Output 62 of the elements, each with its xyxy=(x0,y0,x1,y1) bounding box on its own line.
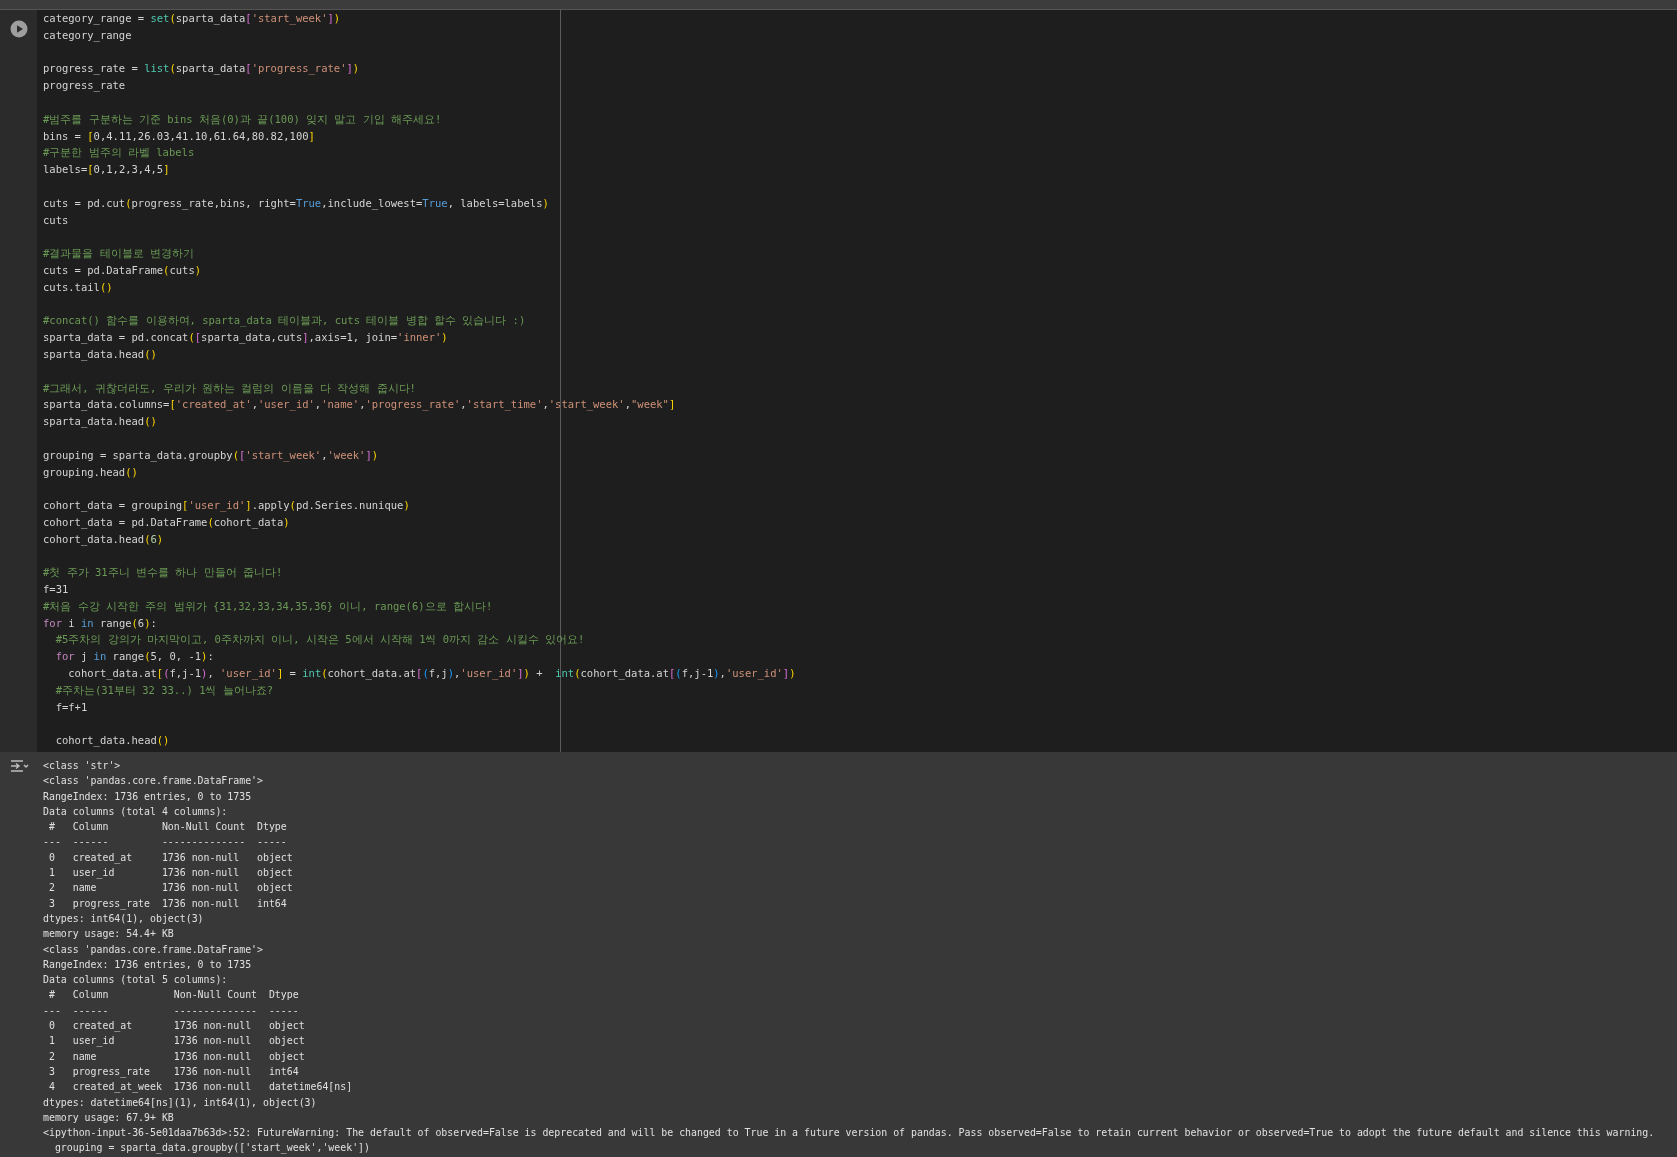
output-line: RangeIndex: 1736 entries, 0 to 1735 xyxy=(43,957,252,972)
output-line: 1 user_id 1736 non-null object xyxy=(47,866,293,881)
code-line: labels=[0,1,2,3,4,5] xyxy=(43,162,170,178)
code-comment: #범주를 구분하는 기준 bins 처음(0)과 끝(100) 잊지 말고 기입 해주세요! xyxy=(43,111,442,127)
output-line: # Column Non-Null Count Dtype xyxy=(47,820,288,835)
code-line: cohort_data = grouping['user_id'].apply(pd.Series.nunique) xyxy=(43,498,410,514)
code-line: grouping = sparta_data.groupby(['start_week','week']) xyxy=(43,447,379,464)
code-line: cohort_data.head() xyxy=(54,733,170,749)
code-line: sparta_data.columns=['created_at','user_id','name','progress_rate','start_time','start_week',"week"] xyxy=(43,397,676,413)
output-line: --- ------ -------------- ----- xyxy=(43,1003,300,1018)
output-line: 4 created_at_week 1736 non-null datetime64[ns] xyxy=(47,1080,353,1095)
code-comment: #첫 주가 31주니 변수를 하나 만들어 줍니다! xyxy=(43,565,283,581)
code-line: cuts xyxy=(43,212,69,228)
output-line: <ipython-input-36-5e01daa7b63d>:52: FutureWarning: The default of observed=False is deprecated and will be changed to True in a future version of pandas. Pass observed=False to retain current behavior or observed=True to adopt the future default and silence this warning. xyxy=(43,1126,1655,1141)
run-icon[interactable] xyxy=(9,20,28,38)
output-line: <class 'pandas.core.frame.DataFrame'> xyxy=(43,774,263,789)
output-line: 0 created_at 1736 non-null object xyxy=(47,850,293,866)
output-line: --- ------ -------------- ----- xyxy=(43,835,288,850)
code-comment: #concat() 함수를 이용하여, sparta_data 테이블과, cuts 테이블 병합 할수 있습니다 :) xyxy=(43,313,526,329)
code-line: bins = [0,4.11,26.03,41.10,61.64,80.82,100] xyxy=(43,128,315,144)
code-line: progress_rate = list(sparta_data['progress_rate']) xyxy=(43,61,360,77)
output-line: <class 'pandas.core.frame.DataFrame'> xyxy=(43,942,263,957)
code-line: for i in range(6): xyxy=(43,615,157,631)
code-comment: #구분한 범주의 라벨 labels xyxy=(43,145,195,161)
code-line: for j in range(5, 0, -1): xyxy=(54,649,214,665)
code-line: cuts = pd.DataFrame(cuts) xyxy=(43,262,202,278)
code-line: category_range = set(sparta_data['start_week']) xyxy=(43,11,341,27)
code-line: cohort_data.at[(f,j-1), 'user_id'] = int(cohort_data.at[(f,j),'user_id']) + int(cohort_data.at[(f,j-1),'user_id']) xyxy=(67,666,796,682)
output-line: 1 user_id 1736 non-null object xyxy=(47,1034,306,1049)
code-comment: #주차는(31부터 32 33..) 1씩 늘어나죠? xyxy=(54,682,274,698)
output-line: dtypes: datetime64[ns](1), int64(1), object(3) xyxy=(43,1095,317,1110)
code-comment: #그래서, 귀찮더라도, 우리가 원하는 컬럼의 이름을 다 작성해 줍시다! xyxy=(43,380,416,396)
output-line: RangeIndex: 1736 entries, 0 to 1735 xyxy=(43,789,252,804)
code-comment: #결과물을 테이블로 변경하기 xyxy=(43,246,194,262)
code-line: cuts.tail() xyxy=(43,279,113,295)
output-line: 3 progress_rate 1736 non-null int64 xyxy=(47,1064,300,1080)
output-line: 2 name 1736 non-null object xyxy=(47,1049,306,1064)
code-comment: #5주차의 강의가 마지막이고, 0주차까지 이니, 시작은 5에서 시작해 1씩 0까지 감소 시킬수 있어요! xyxy=(54,632,585,648)
code-line: sparta_data.head() xyxy=(43,346,157,363)
output-line: dtypes: int64(1), object(3) xyxy=(43,911,204,926)
output-line: Data columns (total 5 columns): xyxy=(43,973,228,988)
code-line: grouping.head() xyxy=(43,464,138,480)
output-toggle-icon[interactable] xyxy=(8,759,29,773)
output-line: 2 name 1736 non-null object xyxy=(47,881,293,896)
code-line: category_range xyxy=(43,27,132,44)
code-line: sparta_data.head() xyxy=(43,414,157,430)
output-line: 0 created_at 1736 non-null object xyxy=(47,1019,306,1034)
output-line: 3 progress_rate 1736 non-null int64 xyxy=(47,896,288,911)
output-line: # Column Non-Null Count Dtype xyxy=(47,988,300,1003)
code-line: cuts = pd.cut(progress_rate,bins, right=True,include_lowest=True, labels=labels) xyxy=(43,195,549,212)
code-comment: #처음 수강 시작한 주의 범위가 {31,32,33,34,35,36} 이니, range(6)으로 합시다! xyxy=(43,598,493,614)
output-line: <class 'str'> xyxy=(43,759,121,773)
output-line: memory usage: 54.4+ KB xyxy=(43,927,174,942)
code-line: cohort_data = pd.DataFrame(cohort_data) xyxy=(43,514,290,531)
code-line: f=f+1 xyxy=(54,699,88,715)
code-line: cohort_data.head(6) xyxy=(43,531,164,548)
output-line: Data columns (total 4 columns): xyxy=(43,804,228,819)
code-line: progress_rate xyxy=(43,78,126,94)
code-line: sparta_data = pd.concat([sparta_data,cuts],axis=1, join='inner') xyxy=(43,330,448,346)
code-line: f=31 xyxy=(43,582,69,598)
output-line: grouping = sparta_data.groupby(['start_week','week']) xyxy=(53,1141,370,1156)
output-line: memory usage: 67.9+ KB xyxy=(43,1110,174,1125)
